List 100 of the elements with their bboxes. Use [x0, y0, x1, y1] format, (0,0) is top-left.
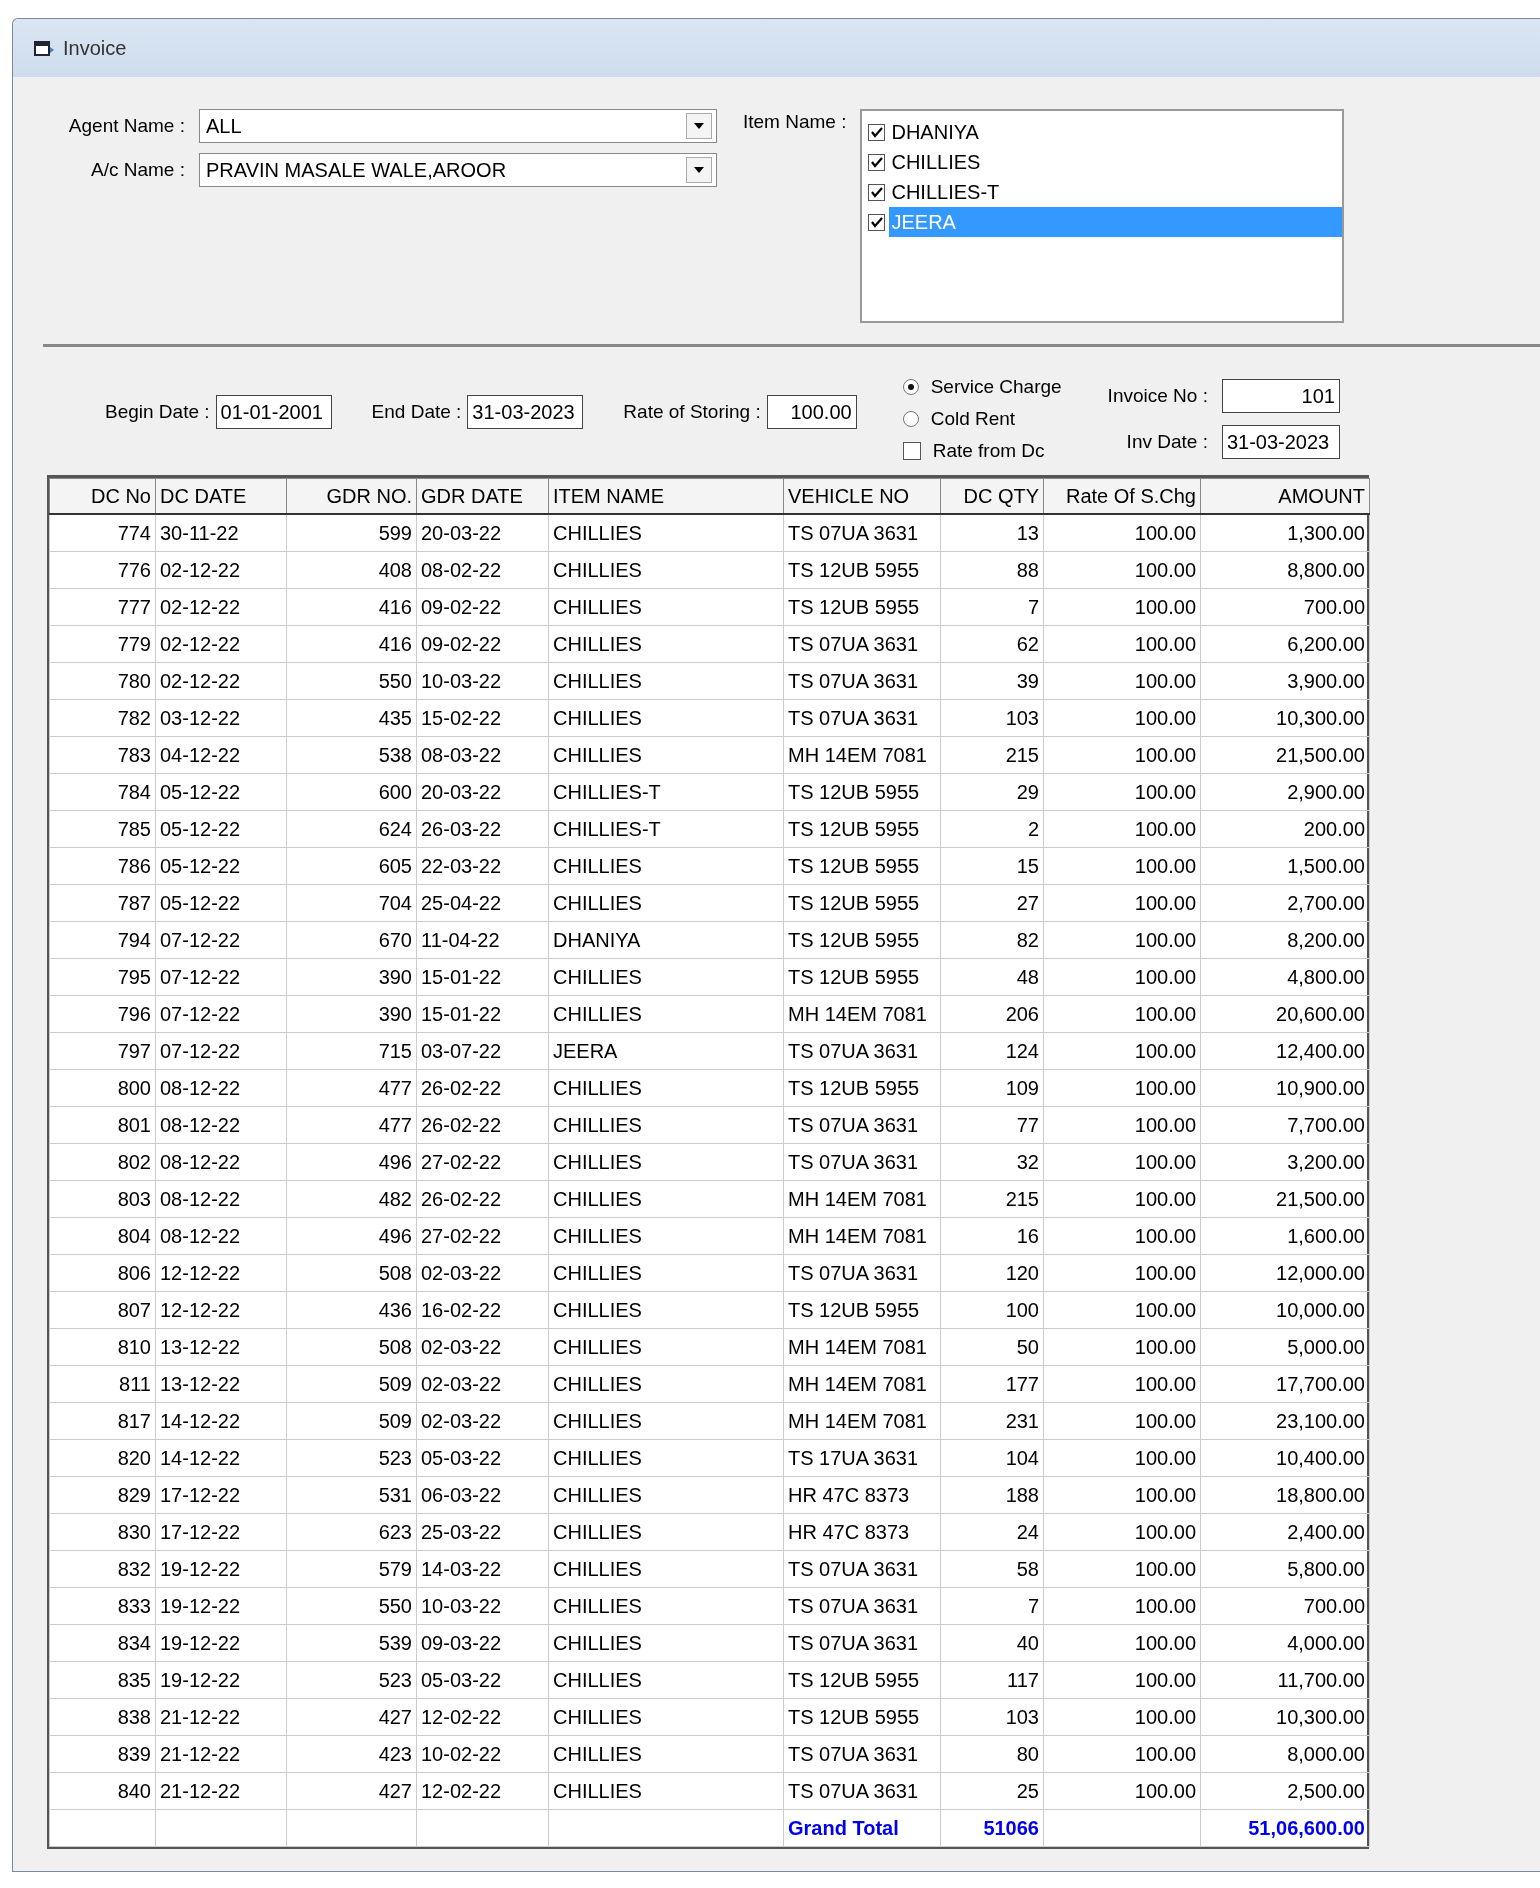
table-cell: 10-02-22	[416, 1735, 549, 1773]
table-cell: MH 14EM 7081	[783, 736, 941, 774]
table-cell: 700.00	[1200, 1587, 1370, 1625]
input-field[interactable]: 01-01-2001	[215, 395, 332, 429]
table-cell: 100.00	[1043, 1217, 1201, 1255]
table-cell: 05-12-22	[155, 847, 287, 885]
table-cell: 07-12-22	[155, 1032, 287, 1070]
table-cell: 550	[286, 1587, 417, 1625]
checkbox[interactable]	[868, 153, 886, 171]
table-cell: TS 07UA 3631	[783, 662, 941, 700]
table-cell: 12-12-22	[155, 1254, 287, 1292]
table-cell: CHILLIES	[548, 847, 784, 885]
column-header[interactable]: DC DATE	[155, 478, 287, 514]
table-cell: 09-02-22	[416, 625, 549, 663]
dropdown[interactable]: PRAVIN MASALE WALE,AROOR	[199, 153, 717, 187]
table-cell: 100.00	[1043, 1439, 1201, 1477]
column-header[interactable]: AMOUNT	[1200, 478, 1370, 514]
column-header[interactable]: Rate Of S.Chg	[1043, 478, 1201, 514]
table-cell: 100.00	[1043, 699, 1201, 737]
table-cell: 62	[940, 625, 1044, 663]
input-field[interactable]: 31-03-2023	[1221, 425, 1340, 459]
table-cell: 15-01-22	[416, 958, 549, 996]
table-cell: 05-12-22	[155, 884, 287, 922]
column-header[interactable]: DC No	[49, 478, 156, 514]
column-header[interactable]: GDR NO.	[286, 478, 417, 514]
table-cell: 08-12-22	[155, 1217, 287, 1255]
table-cell: 21-12-22	[155, 1735, 287, 1773]
table-cell: 08-12-22	[155, 1106, 287, 1144]
table-cell: 200.00	[1200, 810, 1370, 848]
table-cell: 509	[286, 1402, 417, 1440]
table-cell: 670	[286, 921, 417, 959]
table-cell: 509	[286, 1365, 417, 1403]
table-cell: TS 07UA 3631	[783, 1624, 941, 1662]
table-cell: 523	[286, 1661, 417, 1699]
table-cell: 08-12-22	[155, 1069, 287, 1107]
table-cell: 100.00	[1043, 1735, 1201, 1773]
list-item[interactable]: CHILLIES-T	[889, 177, 1343, 207]
table-cell: 08-03-22	[416, 736, 549, 774]
radio-button[interactable]	[902, 379, 919, 395]
table-cell: TS 07UA 3631	[783, 1106, 941, 1144]
input-field[interactable]: 101	[1221, 379, 1340, 413]
column-header[interactable]: GDR DATE	[416, 478, 549, 514]
list-item[interactable]: DHANIYA	[889, 117, 1343, 147]
table-cell: TS 07UA 3631	[783, 1032, 941, 1070]
column-header[interactable]: DC QTY	[940, 478, 1044, 514]
table-cell: 05-03-22	[416, 1661, 549, 1699]
table-cell: 03-07-22	[416, 1032, 549, 1070]
input-field[interactable]: 100.00	[766, 395, 857, 429]
table-cell: 103	[940, 1698, 1044, 1736]
table-cell: CHILLIES	[548, 736, 784, 774]
table-cell: 8,200.00	[1200, 921, 1370, 959]
table-cell: 05-12-22	[155, 773, 287, 811]
table-cell: 188	[940, 1476, 1044, 1514]
checkbox[interactable]	[868, 183, 886, 201]
table-cell: 12,400.00	[1200, 1032, 1370, 1070]
radio-button[interactable]	[902, 411, 919, 427]
table-cell: 100.00	[1043, 588, 1201, 626]
table-cell: CHILLIES	[548, 1365, 784, 1403]
table-cell: 833	[49, 1587, 156, 1625]
table-cell: DHANIYA	[548, 921, 784, 959]
column-header[interactable]: ITEM NAME	[548, 478, 784, 514]
table-cell: 100.00	[1043, 1624, 1201, 1662]
table-cell: 776	[49, 551, 156, 589]
table-cell: JEERA	[548, 1032, 784, 1070]
table-cell: 100.00	[1043, 1328, 1201, 1366]
table-cell: 780	[49, 662, 156, 700]
input-field[interactable]: 31-03-2023	[467, 395, 584, 429]
table-cell: 10,300.00	[1200, 699, 1370, 737]
table-cell: HR 47C 8373	[783, 1513, 941, 1551]
table-cell: 100	[940, 1291, 1044, 1329]
table-cell: CHILLIES	[548, 1180, 784, 1218]
table-cell: 704	[286, 884, 417, 922]
table-cell: 416	[286, 625, 417, 663]
table-cell: 1,600.00	[1200, 1217, 1370, 1255]
checkbox[interactable]	[868, 123, 886, 141]
table-cell: TS 07UA 3631	[783, 699, 941, 737]
table-cell: 605	[286, 847, 417, 885]
table-cell: CHILLIES	[548, 625, 784, 663]
table-cell: 02-03-22	[416, 1402, 549, 1440]
list-item[interactable]: CHILLIES	[889, 147, 1343, 177]
table-cell: 800	[49, 1069, 156, 1107]
table-cell: 20-03-22	[416, 773, 549, 811]
table-cell: 100.00	[1043, 662, 1201, 700]
table-cell: 579	[286, 1550, 417, 1588]
table-cell: 436	[286, 1291, 417, 1329]
table-cell: 2,700.00	[1200, 884, 1370, 922]
table-cell: CHILLIES-T	[548, 810, 784, 848]
table-cell: 03-12-22	[155, 699, 287, 737]
table-cell: CHILLIES	[548, 1328, 784, 1366]
table-cell: 17-12-22	[155, 1513, 287, 1551]
table-cell: 58	[940, 1550, 1044, 1588]
table-cell: 19-12-22	[155, 1550, 287, 1588]
dropdown[interactable]: ALL	[199, 109, 717, 143]
checkbox[interactable]	[902, 442, 921, 460]
checkbox[interactable]	[868, 213, 886, 231]
table-cell: 02-03-22	[416, 1365, 549, 1403]
column-header[interactable]: VEHICLE NO	[783, 478, 941, 514]
table-cell: 08-12-22	[155, 1143, 287, 1181]
field-label: Invoice No :	[1107, 385, 1209, 407]
table-cell: 408	[286, 551, 417, 589]
